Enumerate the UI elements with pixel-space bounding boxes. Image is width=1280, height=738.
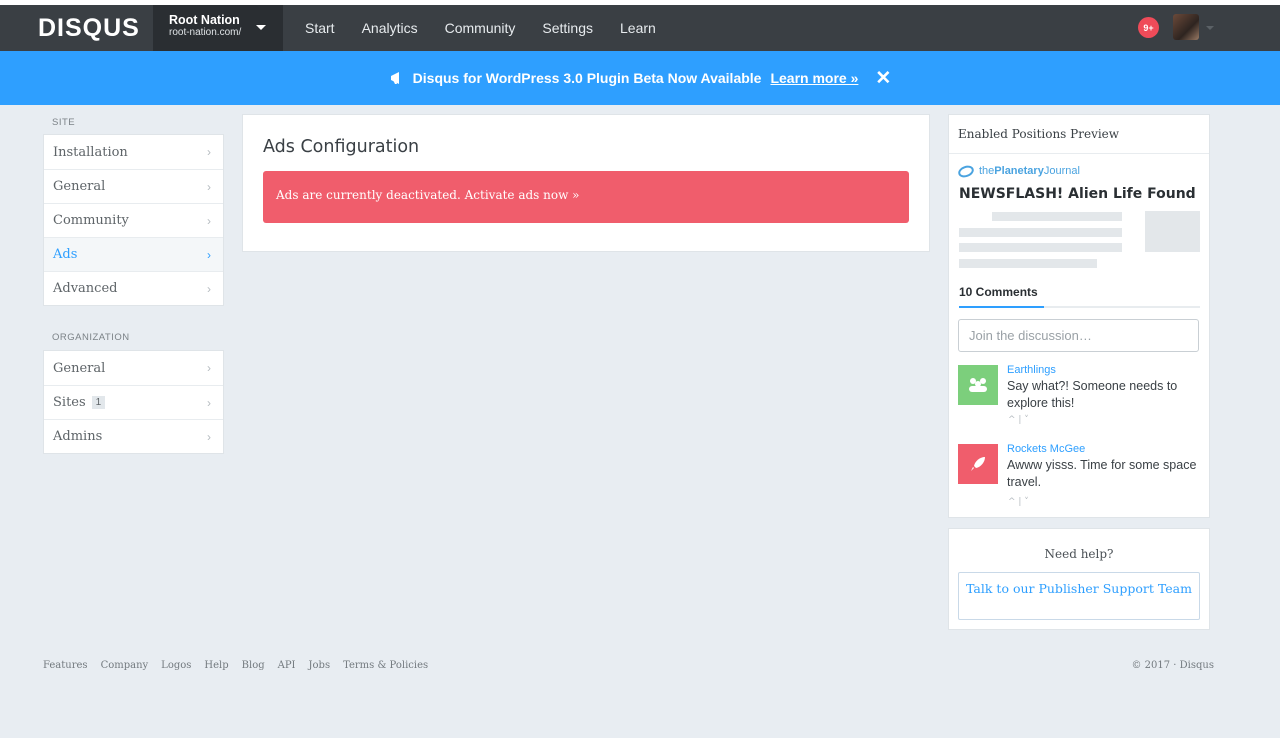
footer-link-features[interactable]: Features bbox=[43, 660, 88, 671]
announcement-bar: Disqus for WordPress 3.0 Plugin Beta Now… bbox=[0, 51, 1280, 105]
announcement-text: Disqus for WordPress 3.0 Plugin Beta Now… bbox=[412, 70, 762, 86]
nav-start[interactable]: Start bbox=[305, 20, 335, 36]
enabled-positions-preview: Enabled Positions Preview the Planetary Jo… bbox=[948, 114, 1210, 518]
chevron-right-icon: › bbox=[207, 145, 211, 159]
footer-link-blog[interactable]: Blog bbox=[242, 660, 265, 671]
learn-more-link[interactable]: Learn more » bbox=[770, 70, 858, 86]
copyright: © 2017 · Disqus bbox=[1131, 660, 1215, 671]
sidebar-item-org-general[interactable]: General › bbox=[44, 351, 223, 385]
sidebar-item-advanced[interactable]: Advanced › bbox=[44, 271, 223, 305]
site-switcher[interactable]: Root Nation root-nation.com/ bbox=[153, 5, 283, 51]
footer-link-help[interactable]: Help bbox=[204, 660, 228, 671]
placeholder-line bbox=[959, 228, 1122, 237]
sidebar-item-label: General bbox=[53, 360, 106, 376]
footer-link-jobs[interactable]: Jobs bbox=[309, 660, 331, 671]
comment-text: Awww yisss. Time for some space travel. bbox=[1007, 458, 1197, 489]
footer-link-logos[interactable]: Logos bbox=[161, 660, 191, 671]
earthlings-avatar bbox=[958, 365, 998, 405]
sidebar-item-sites[interactable]: Sites 1 › bbox=[44, 385, 223, 419]
footer-link-terms[interactable]: Terms & Policies bbox=[343, 660, 428, 671]
chevron-right-icon: › bbox=[207, 180, 211, 194]
planetary-journal-brand: the Planetary Journal bbox=[956, 163, 1080, 179]
sidebar-item-label: Installation bbox=[53, 144, 128, 160]
organization-settings-list: General › Sites 1 › Admins › bbox=[43, 350, 224, 454]
article-headline: NEWSFLASH! Alien Life Found bbox=[959, 186, 1196, 202]
top-nav-bar: DISQUS Root Nation root-nation.com/ Star… bbox=[0, 5, 1280, 51]
sidebar-item-general[interactable]: General › bbox=[44, 169, 223, 203]
join-discussion-input[interactable]: Join the discussion… bbox=[958, 319, 1199, 352]
comment-author[interactable]: Earthlings bbox=[1007, 364, 1056, 376]
brand-prefix: the bbox=[979, 165, 995, 177]
activate-ads-alert[interactable]: Ads are currently deactivated. Activate … bbox=[263, 171, 909, 223]
planet-icon bbox=[956, 163, 976, 179]
sidebar-item-installation[interactable]: Installation › bbox=[44, 135, 223, 169]
main-nav: Start Analytics Community Settings Learn bbox=[305, 5, 683, 51]
preview-heading: Enabled Positions Preview bbox=[949, 115, 1209, 154]
footer-link-company[interactable]: Company bbox=[101, 660, 149, 671]
brand-suffix: Journal bbox=[1043, 165, 1080, 177]
organization-section-heading: ORGANIZATION bbox=[52, 332, 130, 343]
vote-controls[interactable]: ^ | ˅ bbox=[1008, 415, 1029, 425]
caret-down-icon bbox=[256, 25, 266, 30]
placeholder-line bbox=[992, 212, 1122, 221]
sidebar-item-label: Community bbox=[53, 213, 129, 228]
publisher-support-button[interactable]: Talk to our Publisher Support Team bbox=[958, 572, 1200, 620]
placeholder-line bbox=[959, 243, 1122, 252]
vote-controls[interactable]: ^ | ˅ bbox=[1008, 497, 1029, 507]
sidebar-item-community[interactable]: Community › bbox=[44, 203, 223, 237]
nav-learn[interactable]: Learn bbox=[620, 20, 656, 36]
page-title: Ads Configuration bbox=[263, 137, 420, 157]
sidebar-item-ads[interactable]: Ads › bbox=[44, 237, 223, 271]
sidebar-item-label: Advanced bbox=[53, 281, 118, 296]
chevron-right-icon: › bbox=[207, 396, 211, 410]
chevron-right-icon: › bbox=[207, 430, 211, 444]
rocket-icon bbox=[971, 457, 985, 471]
sidebar-item-admins[interactable]: Admins › bbox=[44, 419, 223, 453]
disqus-logo[interactable]: DISQUS bbox=[38, 14, 140, 43]
nav-community[interactable]: Community bbox=[445, 20, 516, 36]
user-avatar[interactable] bbox=[1173, 14, 1199, 40]
help-card: Need help? Talk to our Publisher Support… bbox=[948, 528, 1210, 630]
rockets-mcgee-avatar bbox=[958, 444, 998, 484]
chevron-right-icon: › bbox=[207, 361, 211, 375]
chevron-right-icon: › bbox=[207, 248, 211, 262]
placeholder-thumbnail bbox=[1145, 211, 1200, 252]
sidebar-item-label: Admins bbox=[53, 429, 103, 444]
group-icon bbox=[969, 378, 987, 392]
nav-analytics[interactable]: Analytics bbox=[362, 20, 418, 36]
need-help-label: Need help? bbox=[1044, 547, 1114, 561]
footer-link-api[interactable]: API bbox=[278, 660, 296, 671]
placeholder-line bbox=[959, 259, 1097, 268]
nav-settings[interactable]: Settings bbox=[542, 20, 593, 36]
bullhorn-icon bbox=[390, 72, 399, 84]
site-section-heading: SITE bbox=[52, 117, 76, 128]
avatar-caret-down-icon[interactable] bbox=[1206, 26, 1214, 30]
site-settings-list: Installation › General › Community › Ads › A… bbox=[43, 134, 224, 306]
sidebar-item-label: General bbox=[53, 179, 106, 194]
sites-count-badge: 1 bbox=[91, 396, 106, 409]
sidebar-item-label: Ads bbox=[53, 247, 78, 262]
chevron-right-icon: › bbox=[207, 282, 211, 296]
comments-count: 10 Comments bbox=[959, 285, 1038, 299]
chevron-right-icon: › bbox=[207, 214, 211, 228]
close-icon[interactable]: ✕ bbox=[875, 69, 891, 88]
notifications-badge[interactable]: 9+ bbox=[1138, 17, 1159, 38]
comments-tab-indicator bbox=[959, 306, 1044, 308]
comment-text: Say what?! Someone needs to explore this… bbox=[1007, 379, 1178, 410]
brand-bold: Planetary bbox=[994, 165, 1044, 177]
sidebar-item-label: Sites bbox=[53, 395, 86, 410]
comment-author[interactable]: Rockets McGee bbox=[1007, 443, 1085, 455]
footer-links: Features Company Logos Help Blog API Job… bbox=[43, 660, 441, 671]
ads-configuration-card: Ads Configuration Ads are currently deac… bbox=[242, 114, 930, 252]
